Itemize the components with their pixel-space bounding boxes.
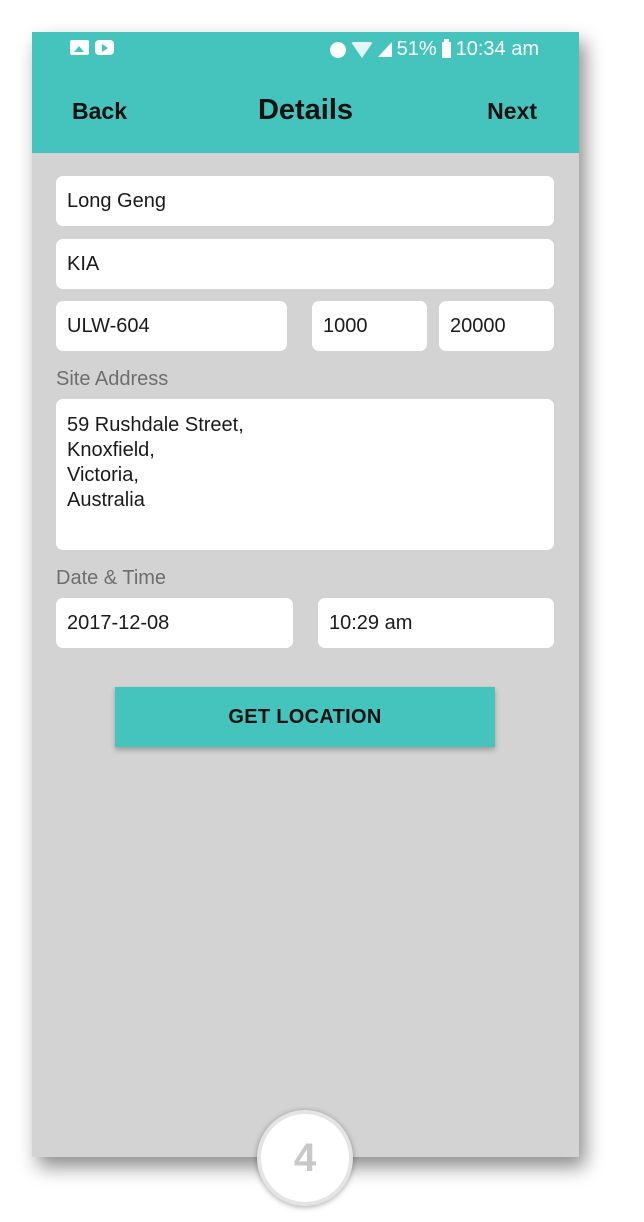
site-address-field[interactable]: 59 Rushdale Street, Knoxfield, Victoria,… bbox=[56, 399, 554, 550]
app-bar: 51% 10:34 am Back Details Next bbox=[32, 32, 579, 153]
address-line: Australia bbox=[67, 489, 145, 511]
signal-icon bbox=[377, 42, 392, 57]
step-number-badge: 4 bbox=[257, 1110, 353, 1206]
company-field[interactable]: KIA bbox=[56, 239, 554, 289]
alarm-icon bbox=[329, 41, 346, 58]
name-field[interactable]: Long Geng bbox=[56, 176, 554, 226]
value-b-field[interactable]: 20000 bbox=[439, 301, 554, 351]
image-icon bbox=[70, 40, 89, 55]
address-line: 59 Rushdale Street, bbox=[67, 414, 244, 436]
battery-percent: 51% bbox=[396, 38, 437, 60]
value-a-field[interactable]: 1000 bbox=[312, 301, 427, 351]
date-time-label: Date & Time bbox=[56, 567, 167, 589]
youtube-icon bbox=[95, 40, 114, 55]
plate-field[interactable]: ULW-604 bbox=[56, 301, 287, 351]
status-bar-left bbox=[70, 40, 114, 55]
address-line: Knoxfield, bbox=[67, 439, 155, 461]
address-line: Victoria, bbox=[67, 464, 139, 486]
next-button[interactable]: Next bbox=[487, 98, 537, 125]
date-field[interactable]: 2017-12-08 bbox=[56, 598, 293, 648]
wifi-icon bbox=[350, 41, 373, 58]
status-time: 10:34 am bbox=[455, 38, 539, 60]
site-address-label: Site Address bbox=[56, 368, 169, 390]
status-bar-right: 51% 10:34 am bbox=[329, 38, 539, 61]
get-location-button[interactable]: GET LOCATION bbox=[115, 687, 495, 747]
time-field[interactable]: 10:29 am bbox=[318, 598, 554, 648]
phone-screen: 51% 10:34 am Back Details Next Long Geng… bbox=[32, 32, 579, 1157]
battery-icon bbox=[441, 38, 451, 58]
